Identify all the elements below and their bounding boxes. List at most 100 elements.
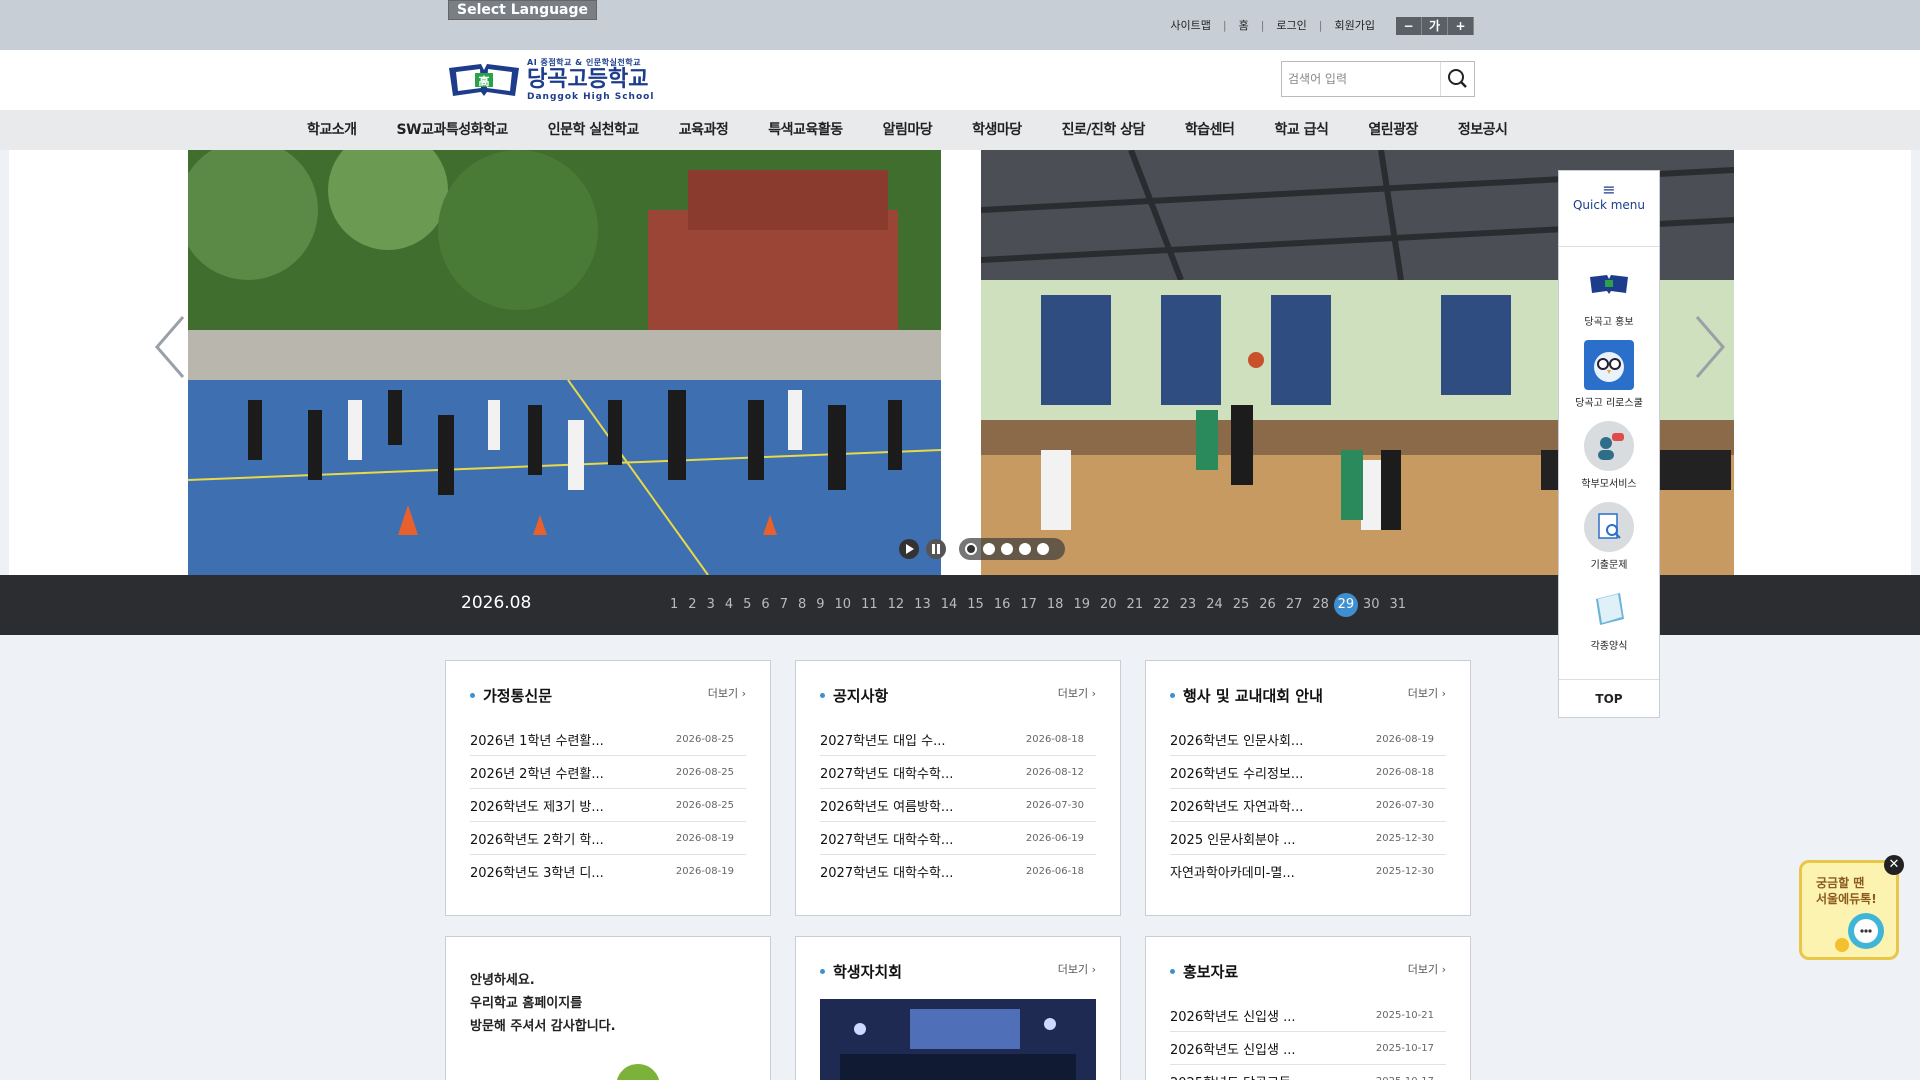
more-link[interactable]: 더보기 › (1408, 961, 1446, 977)
calendar-day[interactable]: 31 (1384, 595, 1411, 617)
close-chat-button[interactable]: ✕ (1884, 855, 1904, 875)
nav-item-learning-center[interactable]: 학습센터 (1165, 110, 1255, 150)
board-post-row[interactable]: 자연과학아카데미-멸... 2025-12-30 (1170, 855, 1446, 888)
post-title[interactable]: 2025학년도 당곡고등... (1170, 1072, 1303, 1080)
post-title[interactable]: 2027학년도 대입 수... (820, 730, 946, 749)
student-council-photo[interactable] (820, 999, 1096, 1080)
quick-item-parent-service[interactable]: 학부모서비스 (1559, 421, 1659, 490)
calendar-day[interactable]: 23 (1175, 595, 1202, 617)
quick-item-past-exams[interactable]: 기출문제 (1559, 502, 1659, 571)
post-title[interactable]: 2026학년도 인문사회... (1170, 730, 1303, 749)
nav-item-special-activities[interactable]: 특색교육활동 (748, 110, 862, 150)
post-title[interactable]: 2025 인문사회분야 ... (1170, 829, 1296, 848)
calendar-day[interactable]: 3 (702, 595, 720, 617)
nav-item-career[interactable]: 진로/진학 상담 (1042, 110, 1165, 150)
calendar-day[interactable]: 16 (989, 595, 1016, 617)
quick-item-promo[interactable]: 당곡고 홍보 (1559, 259, 1659, 328)
calendar-day-today[interactable]: 29 (1333, 593, 1358, 617)
board-post-row[interactable]: 2026학년도 신입생 ... 2025-10-21 (1170, 999, 1446, 1032)
calendar-day[interactable]: 30 (1358, 595, 1385, 617)
post-title[interactable]: 2026년 1학년 수련활... (470, 730, 604, 749)
slider-dot[interactable] (1001, 543, 1013, 555)
slider-dot[interactable] (983, 543, 995, 555)
post-title[interactable]: 2027학년도 대학수학... (820, 862, 953, 881)
select-language-button[interactable]: Select Language (448, 0, 598, 20)
nav-item-humanities[interactable]: 인문학 실천학교 (528, 110, 659, 150)
calendar-day[interactable]: 21 (1122, 595, 1149, 617)
board-post-row[interactable]: 2026학년도 수리정보... 2026-08-18 (1170, 756, 1446, 789)
nav-item-notices[interactable]: 알림마당 (863, 110, 953, 150)
calendar-day[interactable]: 8 (793, 595, 811, 617)
board-post-row[interactable]: 2026학년도 신입생 ... 2025-10-17 (1170, 1032, 1446, 1065)
calendar-day[interactable]: 10 (830, 595, 857, 617)
post-title[interactable]: 2026학년도 신입생 ... (1170, 1006, 1296, 1025)
nav-item-sw-school[interactable]: SW교과특성화학교 (377, 110, 528, 150)
post-title[interactable]: 2026학년도 2학기 학... (470, 829, 604, 848)
search-input[interactable] (1282, 62, 1440, 96)
calendar-day[interactable]: 1 (665, 595, 683, 617)
board-post-row[interactable]: 2027학년도 대입 수... 2026-08-18 (820, 723, 1096, 756)
slider-dot[interactable] (965, 543, 977, 555)
zoom-out-button[interactable]: − (1396, 17, 1422, 35)
post-title[interactable]: 자연과학아카데미-멸... (1170, 862, 1295, 881)
board-post-row[interactable]: 2026학년도 여름방학... 2026-07-30 (820, 789, 1096, 822)
board-post-row[interactable]: 2026학년도 2학기 학... 2026-08-19 (470, 822, 746, 855)
board-post-row[interactable]: 2026학년도 3학년 디... 2026-08-19 (470, 855, 746, 888)
zoom-label[interactable]: 가 (1422, 17, 1448, 35)
scroll-top-button[interactable]: TOP (1559, 679, 1659, 717)
board-post-row[interactable]: 2026학년도 자연과학... 2026-07-30 (1170, 789, 1446, 822)
calendar-day[interactable]: 24 (1201, 595, 1228, 617)
slider-play-button[interactable] (899, 539, 919, 559)
slider-dot[interactable] (1037, 543, 1049, 555)
school-logo[interactable]: 高 AI 중점학교 & 인문학실천학교 당곡고등학교 Danggok High … (445, 57, 654, 102)
calendar-day[interactable]: 25 (1228, 595, 1255, 617)
post-title[interactable]: 2026학년도 수리정보... (1170, 763, 1303, 782)
seoul-edutalk-chat-button[interactable]: 궁금할 땐 서울에듀톡! (1799, 860, 1899, 960)
calendar-day[interactable]: 13 (909, 595, 936, 617)
post-title[interactable]: 2026학년도 자연과학... (1170, 796, 1303, 815)
nav-item-students[interactable]: 학생마당 (952, 110, 1042, 150)
more-link[interactable]: 더보기 › (1408, 685, 1446, 701)
board-post-row[interactable]: 2026년 1학년 수련활... 2026-08-25 (470, 723, 746, 756)
calendar-day[interactable]: 27 (1281, 595, 1308, 617)
board-post-row[interactable]: 2026년 2학년 수련활... 2026-08-25 (470, 756, 746, 789)
calendar-day[interactable]: 9 (811, 595, 829, 617)
nav-item-curriculum[interactable]: 교육과정 (659, 110, 749, 150)
calendar-day[interactable]: 4 (720, 595, 738, 617)
calendar-day[interactable]: 6 (756, 595, 774, 617)
calendar-day[interactable]: 15 (962, 595, 989, 617)
slider-dot[interactable] (1019, 543, 1031, 555)
nav-item-disclosure[interactable]: 정보공시 (1438, 110, 1528, 150)
nav-item-meals[interactable]: 학교 급식 (1254, 110, 1348, 150)
calendar-day[interactable]: 7 (775, 595, 793, 617)
post-title[interactable]: 2026년 2학년 수련활... (470, 763, 604, 782)
home-link[interactable]: 홈 (1239, 17, 1249, 33)
calendar-day[interactable]: 12 (883, 595, 910, 617)
calendar-day[interactable]: 17 (1015, 595, 1042, 617)
more-link[interactable]: 더보기 › (708, 685, 746, 701)
board-post-row[interactable]: 2025 인문사회분야 ... 2025-12-30 (1170, 822, 1446, 855)
post-title[interactable]: 2026학년도 신입생 ... (1170, 1039, 1296, 1058)
board-post-row[interactable]: 2026학년도 인문사회... 2026-08-19 (1170, 723, 1446, 756)
calendar-day[interactable]: 19 (1068, 595, 1095, 617)
board-post-row[interactable]: 2027학년도 대학수학... 2026-06-18 (820, 855, 1096, 888)
calendar-day[interactable]: 22 (1148, 595, 1175, 617)
more-link[interactable]: 더보기 › (1058, 961, 1096, 977)
post-title[interactable]: 2027학년도 대학수학... (820, 763, 953, 782)
board-post-row[interactable]: 2027학년도 대학수학... 2026-08-12 (820, 756, 1096, 789)
login-link[interactable]: 로그인 (1276, 17, 1306, 33)
post-title[interactable]: 2026학년도 3학년 디... (470, 862, 604, 881)
slider-pause-button[interactable] (926, 539, 946, 559)
calendar-day[interactable]: 5 (738, 595, 756, 617)
quick-item-forms[interactable]: 각종양식 (1559, 583, 1659, 652)
nav-item-open-square[interactable]: 열린광장 (1348, 110, 1438, 150)
calendar-day[interactable]: 20 (1095, 595, 1122, 617)
calendar-day[interactable]: 28 (1307, 595, 1334, 617)
post-title[interactable]: 2027학년도 대학수학... (820, 829, 953, 848)
search-button[interactable] (1440, 62, 1474, 96)
board-post-row[interactable]: 2027학년도 대학수학... 2026-06-19 (820, 822, 1096, 855)
more-link[interactable]: 더보기 › (1058, 685, 1096, 701)
board-post-row[interactable]: 2025학년도 당곡고등... 2025-10-17 (1170, 1065, 1446, 1080)
quick-item-riroschool[interactable]: 당곡고 리로스쿨 (1559, 340, 1659, 409)
nav-item-school-intro[interactable]: 학교소개 (287, 110, 377, 150)
